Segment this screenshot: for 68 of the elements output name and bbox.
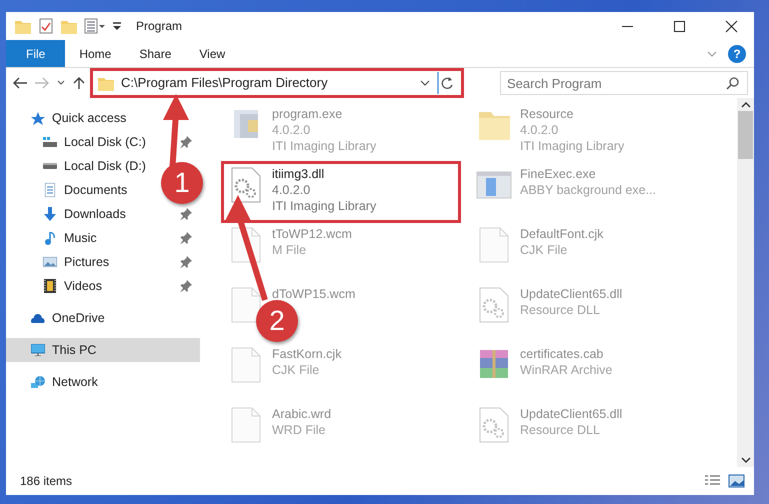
file-detail: CJK File (272, 362, 320, 378)
drive-icon (43, 137, 57, 147)
address-bar[interactable]: C:\Program Files\Program Directory (92, 70, 462, 96)
file-detail: ITI Imaging Library (272, 138, 376, 154)
nav-item[interactable]: Music (64, 228, 97, 248)
file-detail: Resource DLL (520, 422, 601, 438)
download-icon (44, 207, 56, 221)
pin-icon[interactable] (180, 280, 192, 292)
pin-icon[interactable] (180, 208, 192, 220)
file-tile[interactable]: itiimg3.dll 4.0.2.0 ITI Imaging Library (222, 162, 460, 222)
nav-item[interactable]: OneDrive (52, 308, 105, 328)
scroll-up-icon[interactable] (740, 101, 750, 109)
address-path: C:\Program Files\Program Directory (121, 74, 329, 92)
scroll-thumb[interactable] (738, 111, 753, 159)
large-icons-view-icon[interactable] (728, 474, 746, 488)
file-detail: ABBY background exe... (520, 182, 656, 198)
nav-item[interactable]: Local Disk (C:) (64, 132, 146, 152)
pin-icon[interactable] (180, 136, 192, 148)
nav-item[interactable]: Videos (64, 276, 102, 296)
file-name[interactable]: itiimg3.dll (272, 166, 376, 182)
file-detail: 4.0.2.0 (520, 122, 560, 138)
star-icon (31, 112, 45, 124)
item-count: 186 items (20, 473, 74, 490)
step-number: 2 (256, 300, 298, 342)
ribbon-tab[interactable]: File (6, 40, 66, 67)
pin-icon[interactable] (180, 232, 192, 244)
window-title: Program (136, 18, 182, 35)
nav-item[interactable]: Local Disk (D:) (64, 156, 146, 176)
file-detail: ITI Imaging Library (520, 138, 624, 154)
back-icon[interactable] (12, 76, 28, 90)
nav-item[interactable]: Downloads (64, 204, 126, 224)
up-icon[interactable] (72, 76, 86, 90)
customize-caret-icon[interactable] (112, 20, 122, 32)
file-detail: 4.0.2.0 (272, 182, 312, 198)
help-button[interactable]: ? (728, 44, 746, 62)
drive-icon (43, 163, 57, 169)
ribbon-tab[interactable]: View (185, 40, 240, 67)
folder-icon (97, 75, 115, 91)
document-icon (45, 183, 55, 197)
network-icon (31, 376, 45, 388)
view-menu-icon[interactable] (84, 18, 106, 34)
nav-item[interactable]: Documents (64, 180, 128, 200)
music-note-icon (45, 232, 55, 244)
file-detail: 4.0.2.0 (272, 122, 312, 138)
cloud-icon (31, 314, 45, 322)
nav-item[interactable]: Quick access (52, 108, 126, 128)
monitor-icon (31, 344, 45, 356)
step-number: 1 (161, 162, 203, 204)
ribbon-tab[interactable]: Home (65, 40, 126, 67)
maximize-icon (672, 18, 686, 34)
nav-item[interactable]: This PC (6, 338, 200, 362)
nav-item[interactable]: Network (52, 372, 98, 392)
ribbon-tab[interactable]: Share (125, 40, 186, 67)
file-detail: ITI Imaging Library (272, 198, 376, 214)
search-field[interactable]: Search Program (500, 71, 748, 95)
file-detail: Resource DLL (520, 302, 601, 318)
film-icon (44, 279, 56, 293)
scroll-down-icon[interactable] (740, 456, 750, 464)
close-icon (724, 18, 738, 34)
scrollbar[interactable] (737, 98, 754, 467)
file-detail: M File (272, 242, 308, 258)
file-detail: WRD File (272, 422, 326, 438)
nav-item[interactable]: Pictures (64, 252, 110, 272)
file-detail: CJK File (520, 242, 568, 258)
file-detail: WinRAR Archive (520, 362, 612, 378)
properties-icon[interactable] (38, 18, 54, 34)
pin-icon[interactable] (180, 256, 192, 268)
picture-icon (43, 257, 57, 267)
